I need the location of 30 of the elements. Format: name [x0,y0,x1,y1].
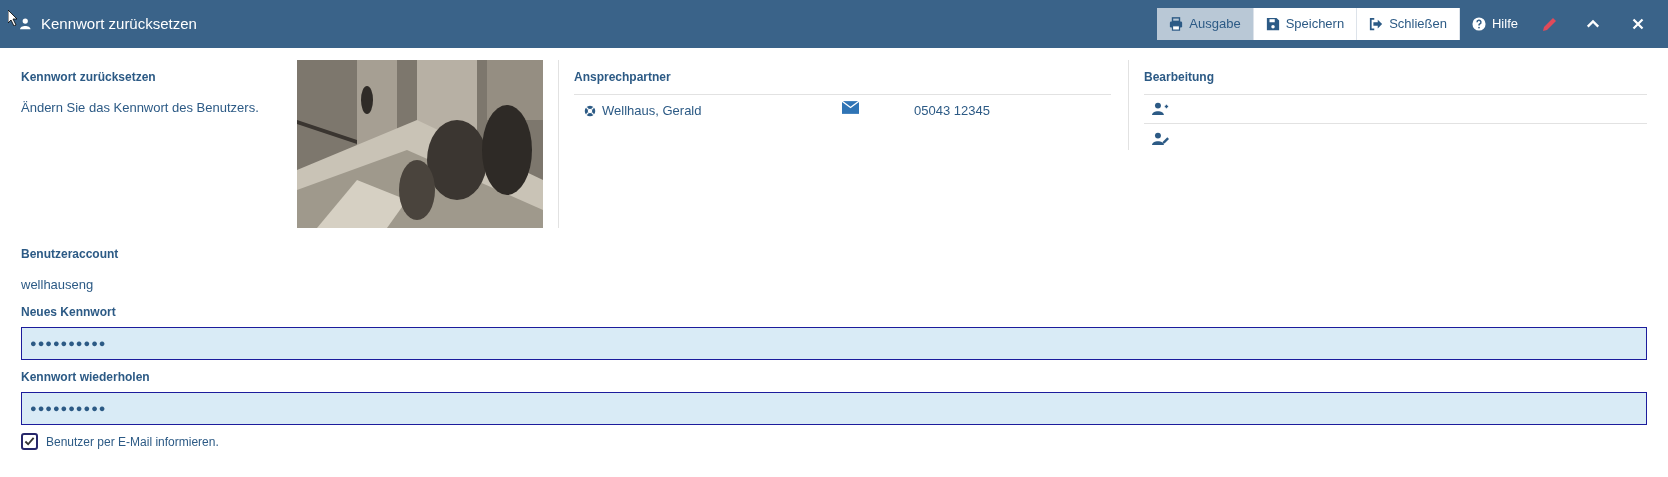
toolbar-button[interactable]: Speichern [1253,8,1358,40]
help-button[interactable]: Hilfe [1460,14,1530,34]
toolbar-button[interactable]: Schließen [1357,8,1460,40]
printer-icon [1169,17,1184,31]
check-icon [24,436,35,447]
save-icon [1265,17,1280,31]
add-user-icon [1152,102,1169,116]
contact-name[interactable]: Wellhaus, Gerald [602,101,842,121]
close-icon[interactable] [1632,18,1644,30]
checkbox-label: Benutzer per E-Mail informieren. [46,433,219,451]
field-label: Benutzeraccount [21,246,120,263]
account-name: wellhauseng [21,276,95,294]
mail-icon[interactable] [842,100,859,114]
help-icon [1472,17,1486,31]
password-field[interactable]: ●●●●●●●●●● [21,391,1647,425]
section-title: Kennwort zurücksetzen [21,69,157,86]
window-title: Kennwort zurücksetzen [41,13,197,34]
description: Ändern Sie das Kennwort des Benutzers. [21,99,260,117]
field-label: Kennwort wiederholen [21,368,151,386]
toolbar-button[interactable]: Ausgabe [1157,8,1254,40]
password-field[interactable]: ●●●●●●●●●● [21,326,1647,360]
exit-icon [1369,17,1384,31]
field-label: Neues Kennwort [21,303,117,321]
edit-user-icon [1152,131,1169,146]
contact-phone: 05043 12345 [914,102,990,121]
pointer-icon [8,10,18,26]
checkbox[interactable] [21,433,38,450]
lifebuoy-icon [584,105,596,117]
section-title: Ansprechpartner [574,60,1111,95]
section-title: Bearbeitung [1144,60,1647,95]
